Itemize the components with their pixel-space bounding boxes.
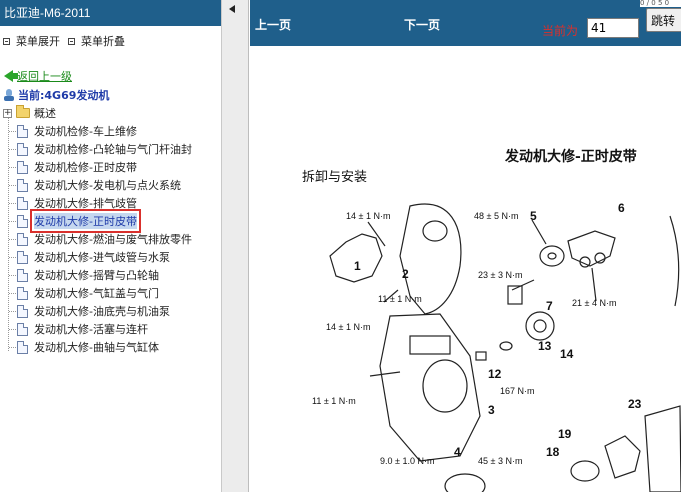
torque-callout: 167 N·m bbox=[500, 386, 535, 396]
next-page-link[interactable]: 下一页 bbox=[404, 16, 440, 33]
back-row: 返回上一级 bbox=[4, 68, 72, 84]
tree-folder[interactable]: + 概述 bbox=[0, 104, 221, 122]
document-icon bbox=[17, 214, 28, 228]
torque-callout: 48 ± 5 N·m bbox=[474, 211, 518, 221]
tree-item-label[interactable]: 发动机检修-车上维修 bbox=[34, 123, 137, 139]
document-icon bbox=[17, 142, 28, 156]
expand-menu-label: 菜单展开 bbox=[16, 35, 60, 48]
collapse-menu-button[interactable]: 菜单折叠 bbox=[68, 33, 125, 49]
part-number: 3 bbox=[488, 403, 495, 417]
document-icon bbox=[17, 196, 28, 210]
document-title: 发动机大修-正时皮带 bbox=[505, 149, 637, 165]
expand-icon bbox=[3, 37, 10, 45]
back-link[interactable]: 返回上一级 bbox=[17, 68, 72, 84]
expand-menu-button[interactable]: 菜单展开 bbox=[3, 33, 60, 49]
document-icon bbox=[17, 268, 28, 282]
tree-item-label[interactable]: 发动机大修-发电机与点火系统 bbox=[34, 177, 181, 193]
tree-item-label[interactable]: 发动机大修-气缸盖与气门 bbox=[34, 285, 159, 301]
document-icon bbox=[17, 124, 28, 138]
part-number: 2 bbox=[402, 267, 409, 281]
page-number-input[interactable] bbox=[587, 18, 639, 38]
document-icon bbox=[17, 232, 28, 246]
torque-callout: 45 ± 3 N·m bbox=[478, 456, 522, 466]
page-toolbar: 上一页 下一页 当前为 跳转 bbox=[250, 0, 681, 46]
torque-callout: 11 ± 1 N·m bbox=[378, 294, 422, 304]
tree-item[interactable]: 发动机检修-凸轮轴与气门杆油封 bbox=[0, 140, 221, 158]
folder-icon bbox=[16, 105, 30, 118]
part-number: 19 bbox=[558, 427, 572, 441]
current-node-label: 当前:4G69发动机 bbox=[18, 89, 110, 102]
part-number: 7 bbox=[546, 299, 553, 313]
tree-item-selected[interactable]: 发动机大修-正时皮带 bbox=[0, 209, 221, 233]
tree-item-label[interactable]: 发动机大修-活塞与连杆 bbox=[34, 321, 148, 337]
tree-item[interactable]: 发动机大修-发电机与点火系统 bbox=[0, 176, 221, 194]
document-subtitle: 拆卸与安装 bbox=[302, 170, 368, 185]
menu-controls: 菜单展开 菜单折叠 bbox=[0, 26, 221, 56]
navigation-panel: 比亚迪-M6-2011 菜单展开 菜单折叠 返回上一级 当前:4G69发动机 +… bbox=[0, 0, 222, 492]
tree-item[interactable]: 发动机大修-气缸盖与气门 bbox=[0, 284, 221, 302]
document-icon bbox=[17, 178, 28, 192]
document-icon bbox=[17, 304, 28, 318]
tree-item-label[interactable]: 发动机大修-油底壳与机油泵 bbox=[34, 303, 170, 319]
tree-item-label[interactable]: 发动机检修-正时皮带 bbox=[34, 159, 137, 175]
tree-item-label[interactable]: 发动机大修-曲轴与气缸体 bbox=[34, 339, 159, 355]
tree-item[interactable]: 发动机检修-正时皮带 bbox=[0, 158, 221, 176]
document-icon bbox=[17, 286, 28, 300]
part-number: 14 bbox=[560, 347, 574, 361]
document-icon bbox=[17, 160, 28, 174]
tree-item-label[interactable]: 发动机大修-摇臂与凸轮轴 bbox=[34, 267, 159, 283]
exploded-view-diagram: 14 ± 1 N·m 48 ± 5 N·m 23 ± 3 N·m 11 ± 1 … bbox=[312, 201, 681, 492]
back-arrow-icon bbox=[4, 70, 18, 82]
tree-item[interactable]: 发动机大修-进气歧管与水泵 bbox=[0, 248, 221, 266]
tree-item[interactable]: 发动机大修-曲轴与气缸体 bbox=[0, 338, 221, 356]
torque-callout: 9.0 ± 1.0 N·m bbox=[380, 456, 434, 466]
part-number: 18 bbox=[546, 445, 560, 459]
torque-callout: 14 ± 1 N·m bbox=[346, 211, 390, 221]
torque-callout: 23 ± 3 N·m bbox=[478, 270, 522, 280]
collapse-panel-arrow-icon[interactable] bbox=[227, 4, 237, 14]
corner-text: 0 / 0 5 0 bbox=[640, 0, 681, 7]
computer-icon bbox=[4, 89, 14, 101]
document-icon bbox=[17, 250, 28, 264]
tree-item-label[interactable]: 发动机大修-燃油与废气排放零件 bbox=[34, 231, 192, 247]
panel-splitter[interactable] bbox=[222, 0, 249, 492]
tree-item-label[interactable]: 发动机大修-进气歧管与水泵 bbox=[34, 249, 170, 265]
tree-item-label[interactable]: 发动机检修-凸轮轴与气门杆油封 bbox=[34, 141, 192, 157]
document-page: 发动机大修-正时皮带 拆卸与安装 14 ± 1 N·m 48 ± 5 N·m 2… bbox=[250, 46, 681, 492]
document-icon bbox=[17, 340, 28, 354]
collapse-icon bbox=[68, 37, 75, 45]
tree-item[interactable]: 发动机检修-车上维修 bbox=[0, 122, 221, 140]
current-node: 当前:4G69发动机 bbox=[4, 87, 109, 103]
prev-page-link[interactable]: 上一页 bbox=[255, 16, 291, 33]
torque-callout: 14 ± 1 N·m bbox=[326, 322, 370, 332]
torque-callout: 11 ± 1 N·m bbox=[312, 396, 356, 406]
jump-button[interactable]: 跳转 bbox=[646, 8, 681, 32]
part-number: 6 bbox=[618, 201, 625, 215]
part-number: 23 bbox=[628, 397, 642, 411]
expand-toggle-icon[interactable]: + bbox=[3, 108, 12, 118]
document-icon bbox=[17, 322, 28, 336]
tree-item[interactable]: 发动机大修-摇臂与凸轮轴 bbox=[0, 266, 221, 284]
part-number: 12 bbox=[488, 367, 502, 381]
tree-view: + 概述 发动机检修-车上维修 发动机检修-凸轮轴与气门杆油封 发动机检修-正时… bbox=[0, 104, 221, 356]
tree-folder-label[interactable]: 概述 bbox=[34, 105, 56, 121]
current-page-label: 当前为 bbox=[542, 24, 579, 38]
part-number: 1 bbox=[354, 259, 361, 273]
part-number: 13 bbox=[538, 339, 552, 353]
tree-item-label[interactable]: 发动机大修-正时皮带 bbox=[30, 209, 141, 233]
tree-item[interactable]: 发动机大修-排气歧管 bbox=[0, 194, 221, 212]
torque-callout: 21 ± 4 N·m bbox=[572, 298, 616, 308]
tree-item[interactable]: 发动机大修-油底壳与机油泵 bbox=[0, 302, 221, 320]
tree-item[interactable]: 发动机大修-燃油与废气排放零件 bbox=[0, 230, 221, 248]
collapse-menu-label: 菜单折叠 bbox=[81, 35, 125, 48]
part-number: 5 bbox=[530, 209, 537, 223]
tree-item-label[interactable]: 发动机大修-排气歧管 bbox=[34, 195, 137, 211]
tree-item[interactable]: 发动机大修-活塞与连杆 bbox=[0, 320, 221, 338]
part-number: 4 bbox=[454, 445, 461, 459]
panel-title: 比亚迪-M6-2011 bbox=[0, 0, 221, 26]
